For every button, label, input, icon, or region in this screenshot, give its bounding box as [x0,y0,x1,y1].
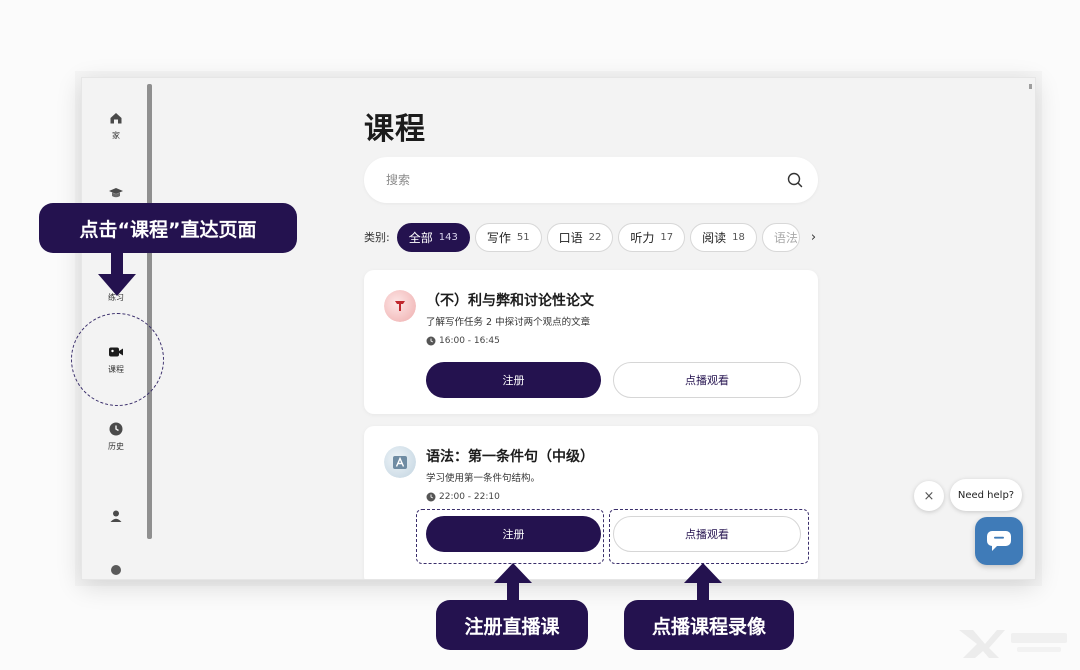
card-title: （不）利与弊和讨论性论文 [426,293,594,309]
card-description: 了解写作任务 2 中探讨两个观点的文章 [426,317,591,328]
chip-count: 143 [438,231,458,243]
chat-button[interactable] [975,517,1023,565]
chip-name: 口语 [558,230,583,245]
register-callout: 注册直播课 [436,600,588,650]
arrow-up-icon [684,563,722,603]
grammar-letter-icon [384,446,416,478]
search-icon[interactable] [786,171,804,189]
card-description: 学习使用第一条件句结构。 [426,473,541,484]
card-title: 语法：第一条件句（中级） [426,449,594,465]
sidebar-scrollbar[interactable] [147,84,152,539]
help-bubble[interactable]: Need help? [950,479,1022,511]
watch-on-demand-button[interactable]: 点播观看 [613,362,801,398]
chip-count: 17 [660,231,674,243]
page-title: 课程 [364,112,426,147]
search-input[interactable] [386,173,786,187]
register-button[interactable]: 注册 [426,362,601,398]
arrow-down-icon [98,252,136,296]
chip-grammar[interactable]: 语法 [761,222,800,252]
nav-callout: 点击“课程”直达页面 [39,203,297,253]
writing-pen-icon [384,290,416,322]
chip-name: 听力 [630,230,655,245]
card-time-text: 16:00 - 16:45 [439,336,500,346]
chevron-right-icon[interactable]: › [811,230,816,245]
chip-name: 阅读 [702,230,727,245]
register-highlight-box [416,509,604,564]
chip-count: 51 [516,231,530,243]
window-edge [1029,84,1032,89]
sidebar-item-more[interactable] [96,562,136,579]
chip-name: 写作 [486,230,511,245]
course-card: （不）利与弊和讨论性论文 了解写作任务 2 中探讨两个观点的文章 16:00 -… [364,270,818,414]
search-box[interactable] [364,157,818,203]
courses-highlight-circle [71,313,164,406]
app-window: 家 练习 课程 历史 课程 搜索 类别: 全部 143 写作 51 口语 22 … [81,77,1036,580]
graduation-cap-icon [109,188,123,198]
clock-icon [426,492,436,502]
clock-icon [426,336,436,346]
vod-highlight-box [609,509,809,564]
chip-all[interactable]: 全部 143 [396,222,470,252]
chip-writing[interactable]: 写作 51 [474,222,542,252]
more-icon [111,565,121,575]
card-time: 22:00 - 22:10 [426,492,500,502]
sidebar-item-label: 历史 [108,442,124,451]
chat-icon [987,531,1011,551]
sidebar-item-home[interactable]: 家 [96,110,136,154]
card-time: 16:00 - 16:45 [426,336,500,346]
help-close-button[interactable]: × [914,481,944,511]
category-filter: 类别: 全部 143 写作 51 口语 22 听力 17 阅读 18 语法 › [364,222,816,252]
chip-name: 全部 [408,230,433,245]
arrow-up-icon [494,563,532,603]
chip-count: 18 [732,231,745,243]
sidebar-item-history[interactable]: 历史 [96,421,136,465]
filter-label: 类别: [364,231,390,244]
home-icon [110,113,122,124]
chip-count: 22 [588,231,602,243]
vod-callout: 点播课程录像 [624,600,794,650]
clock-icon [109,422,123,436]
watermark-logo-icon [959,630,1067,658]
sidebar-item-label: 家 [112,131,120,140]
chip-name: 语法 [773,230,798,245]
chip-listening[interactable]: 听力 17 [618,222,686,252]
card-time-text: 22:00 - 22:10 [439,492,500,502]
chip-speaking[interactable]: 口语 22 [546,222,614,252]
chip-reading[interactable]: 阅读 18 [690,222,757,252]
sidebar-item-profile[interactable] [96,508,136,552]
user-icon [110,510,122,522]
